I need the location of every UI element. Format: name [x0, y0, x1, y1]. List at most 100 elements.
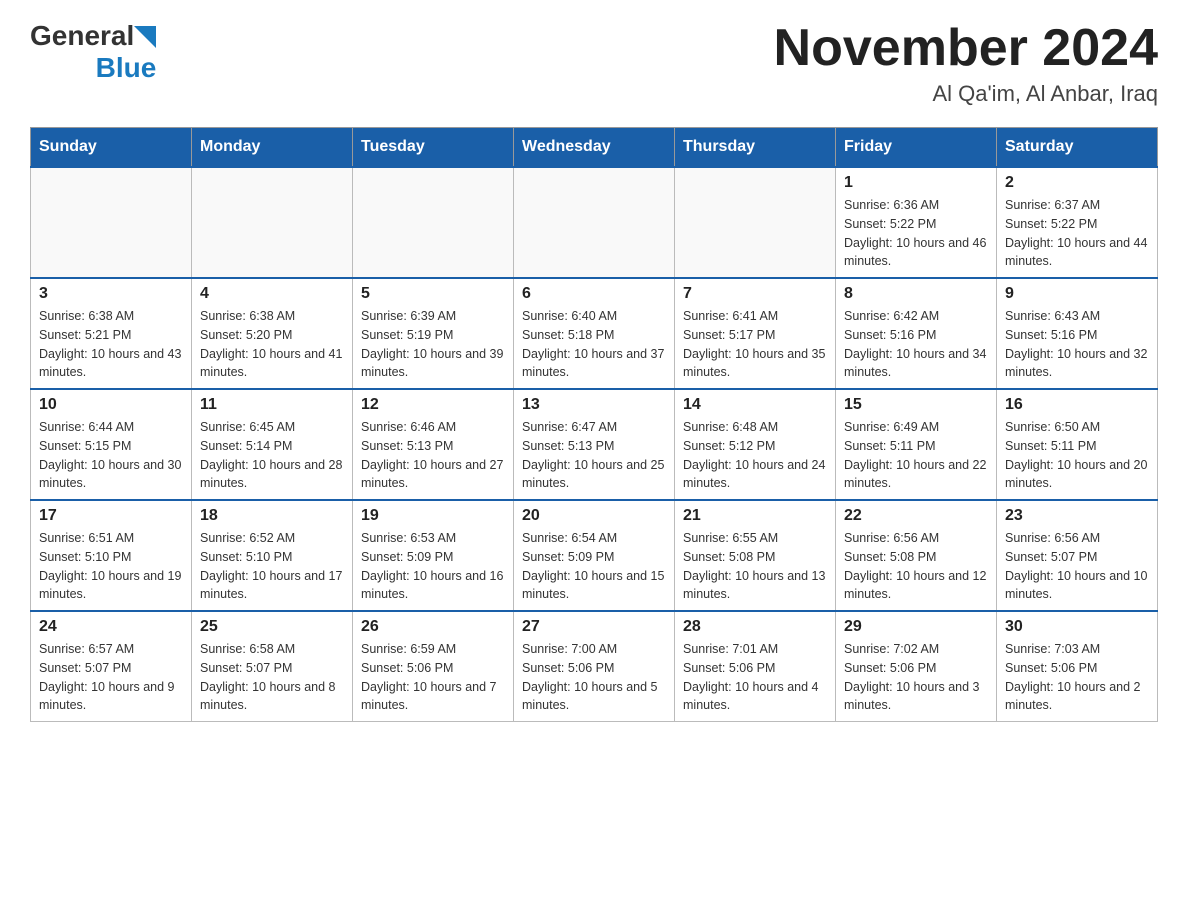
day-info: Sunrise: 6:55 AM Sunset: 5:08 PM Dayligh…: [683, 529, 827, 604]
day-number: 17: [39, 507, 183, 525]
day-info: Sunrise: 6:45 AM Sunset: 5:14 PM Dayligh…: [200, 418, 344, 493]
day-number: 25: [200, 618, 344, 636]
logo-blue: Blue: [96, 52, 157, 84]
day-info: Sunrise: 6:43 AM Sunset: 5:16 PM Dayligh…: [1005, 307, 1149, 382]
day-number: 8: [844, 285, 988, 303]
day-number: 23: [1005, 507, 1149, 525]
calendar-cell: 9 Sunrise: 6:43 AM Sunset: 5:16 PM Daylig…: [997, 278, 1158, 389]
day-info: Sunrise: 6:38 AM Sunset: 5:20 PM Dayligh…: [200, 307, 344, 382]
calendar-cell: 22 Sunrise: 6:56 AM Sunset: 5:08 PM Dayli…: [836, 500, 997, 611]
calendar-cell: 20Sunrise: 6:54 AM Sunset: 5:09 PM Dayli…: [514, 500, 675, 611]
day-info: Sunrise: 7:01 AM Sunset: 5:06 PM Dayligh…: [683, 640, 827, 715]
day-info: Sunrise: 6:38 AM Sunset: 5:21 PM Dayligh…: [39, 307, 183, 382]
logo: General Blue: [30, 20, 156, 84]
calendar-week-row: 24Sunrise: 6:57 AM Sunset: 5:07 PM Dayli…: [31, 611, 1158, 722]
calendar-cell: 28 Sunrise: 7:01 AM Sunset: 5:06 PM Dayli…: [675, 611, 836, 722]
title-section: November 2024 Al Qa'im, Al Anbar, Iraq: [774, 20, 1158, 107]
day-number: 2: [1005, 174, 1149, 192]
day-info: Sunrise: 6:58 AM Sunset: 5:07 PM Dayligh…: [200, 640, 344, 715]
weekday-header-sunday: Sunday: [31, 128, 192, 168]
day-number: 6: [522, 285, 666, 303]
calendar-cell: 30Sunrise: 7:03 AM Sunset: 5:06 PM Dayli…: [997, 611, 1158, 722]
calendar-cell: 14 Sunrise: 6:48 AM Sunset: 5:12 PM Dayli…: [675, 389, 836, 500]
calendar-cell: 16 Sunrise: 6:50 AM Sunset: 5:11 PM Dayli…: [997, 389, 1158, 500]
calendar-cell: 7Sunrise: 6:41 AM Sunset: 5:17 PM Daylig…: [675, 278, 836, 389]
day-number: 3: [39, 285, 183, 303]
day-number: 27: [522, 618, 666, 636]
day-info: Sunrise: 6:37 AM Sunset: 5:22 PM Dayligh…: [1005, 196, 1149, 271]
calendar-cell: 18Sunrise: 6:52 AM Sunset: 5:10 PM Dayli…: [192, 500, 353, 611]
day-number: 15: [844, 396, 988, 414]
calendar-cell: [514, 167, 675, 278]
day-number: 29: [844, 618, 988, 636]
calendar-cell: 1 Sunrise: 6:36 AM Sunset: 5:22 PM Daylig…: [836, 167, 997, 278]
month-title: November 2024: [774, 20, 1158, 77]
calendar-header-row: SundayMondayTuesdayWednesdayThursdayFrid…: [31, 128, 1158, 168]
day-number: 28: [683, 618, 827, 636]
day-info: Sunrise: 6:36 AM Sunset: 5:22 PM Dayligh…: [844, 196, 988, 271]
day-info: Sunrise: 6:53 AM Sunset: 5:09 PM Dayligh…: [361, 529, 505, 604]
weekday-header-friday: Friday: [836, 128, 997, 168]
day-info: Sunrise: 6:59 AM Sunset: 5:06 PM Dayligh…: [361, 640, 505, 715]
calendar-cell: 21 Sunrise: 6:55 AM Sunset: 5:08 PM Dayli…: [675, 500, 836, 611]
day-info: Sunrise: 7:02 AM Sunset: 5:06 PM Dayligh…: [844, 640, 988, 715]
calendar-cell: 11 Sunrise: 6:45 AM Sunset: 5:14 PM Dayli…: [192, 389, 353, 500]
day-number: 12: [361, 396, 505, 414]
day-number: 21: [683, 507, 827, 525]
day-info: Sunrise: 6:50 AM Sunset: 5:11 PM Dayligh…: [1005, 418, 1149, 493]
calendar-cell: 26Sunrise: 6:59 AM Sunset: 5:06 PM Dayli…: [353, 611, 514, 722]
calendar-cell: 25 Sunrise: 6:58 AM Sunset: 5:07 PM Dayli…: [192, 611, 353, 722]
day-number: 13: [522, 396, 666, 414]
calendar-cell: 4 Sunrise: 6:38 AM Sunset: 5:20 PM Daylig…: [192, 278, 353, 389]
day-number: 14: [683, 396, 827, 414]
calendar-cell: 3 Sunrise: 6:38 AM Sunset: 5:21 PM Daylig…: [31, 278, 192, 389]
page-header: General Blue November 2024 Al Qa'im, Al …: [30, 20, 1158, 107]
day-number: 16: [1005, 396, 1149, 414]
weekday-header-thursday: Thursday: [675, 128, 836, 168]
weekday-header-monday: Monday: [192, 128, 353, 168]
calendar-cell: [31, 167, 192, 278]
day-info: Sunrise: 7:00 AM Sunset: 5:06 PM Dayligh…: [522, 640, 666, 715]
day-info: Sunrise: 6:56 AM Sunset: 5:08 PM Dayligh…: [844, 529, 988, 604]
day-info: Sunrise: 6:48 AM Sunset: 5:12 PM Dayligh…: [683, 418, 827, 493]
weekday-header-tuesday: Tuesday: [353, 128, 514, 168]
day-number: 7: [683, 285, 827, 303]
calendar-cell: [353, 167, 514, 278]
day-number: 1: [844, 174, 988, 192]
calendar-week-row: 10 Sunrise: 6:44 AM Sunset: 5:15 PM Dayli…: [31, 389, 1158, 500]
day-number: 10: [39, 396, 183, 414]
day-info: Sunrise: 6:40 AM Sunset: 5:18 PM Dayligh…: [522, 307, 666, 382]
day-number: 5: [361, 285, 505, 303]
day-info: Sunrise: 6:44 AM Sunset: 5:15 PM Dayligh…: [39, 418, 183, 493]
day-number: 30: [1005, 618, 1149, 636]
calendar-cell: 10 Sunrise: 6:44 AM Sunset: 5:15 PM Dayli…: [31, 389, 192, 500]
calendar-cell: 13Sunrise: 6:47 AM Sunset: 5:13 PM Dayli…: [514, 389, 675, 500]
calendar-cell: 24Sunrise: 6:57 AM Sunset: 5:07 PM Dayli…: [31, 611, 192, 722]
calendar-cell: 8Sunrise: 6:42 AM Sunset: 5:16 PM Daylig…: [836, 278, 997, 389]
calendar-cell: 23 Sunrise: 6:56 AM Sunset: 5:07 PM Dayli…: [997, 500, 1158, 611]
calendar-week-row: 3 Sunrise: 6:38 AM Sunset: 5:21 PM Daylig…: [31, 278, 1158, 389]
calendar-cell: 19 Sunrise: 6:53 AM Sunset: 5:09 PM Dayli…: [353, 500, 514, 611]
day-number: 22: [844, 507, 988, 525]
calendar-cell: 17 Sunrise: 6:51 AM Sunset: 5:10 PM Dayli…: [31, 500, 192, 611]
calendar-table: SundayMondayTuesdayWednesdayThursdayFrid…: [30, 127, 1158, 722]
day-number: 24: [39, 618, 183, 636]
logo-general: General: [30, 20, 134, 52]
calendar-cell: 6 Sunrise: 6:40 AM Sunset: 5:18 PM Daylig…: [514, 278, 675, 389]
day-info: Sunrise: 6:54 AM Sunset: 5:09 PM Dayligh…: [522, 529, 666, 604]
day-number: 4: [200, 285, 344, 303]
day-info: Sunrise: 6:51 AM Sunset: 5:10 PM Dayligh…: [39, 529, 183, 604]
day-info: Sunrise: 6:56 AM Sunset: 5:07 PM Dayligh…: [1005, 529, 1149, 604]
calendar-cell: 27 Sunrise: 7:00 AM Sunset: 5:06 PM Dayli…: [514, 611, 675, 722]
day-number: 9: [1005, 285, 1149, 303]
calendar-week-row: 1 Sunrise: 6:36 AM Sunset: 5:22 PM Daylig…: [31, 167, 1158, 278]
day-info: Sunrise: 6:46 AM Sunset: 5:13 PM Dayligh…: [361, 418, 505, 493]
day-number: 19: [361, 507, 505, 525]
calendar-cell: 2 Sunrise: 6:37 AM Sunset: 5:22 PM Daylig…: [997, 167, 1158, 278]
calendar-cell: [192, 167, 353, 278]
calendar-week-row: 17 Sunrise: 6:51 AM Sunset: 5:10 PM Dayli…: [31, 500, 1158, 611]
day-number: 11: [200, 396, 344, 414]
weekday-header-saturday: Saturday: [997, 128, 1158, 168]
calendar-cell: 5Sunrise: 6:39 AM Sunset: 5:19 PM Daylig…: [353, 278, 514, 389]
weekday-header-wednesday: Wednesday: [514, 128, 675, 168]
